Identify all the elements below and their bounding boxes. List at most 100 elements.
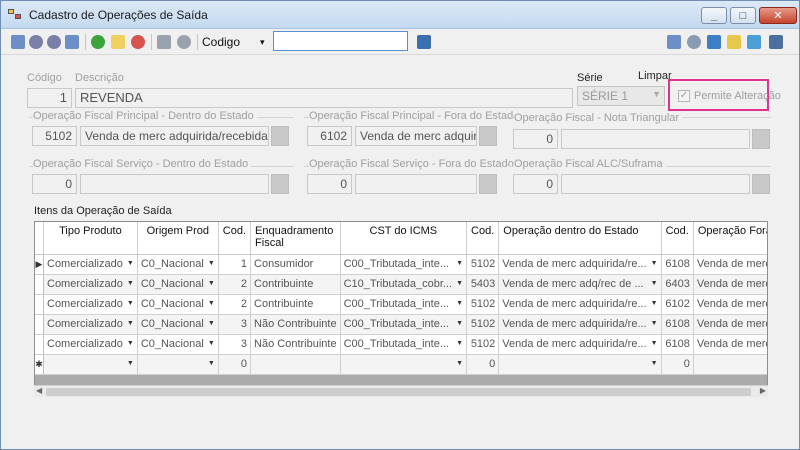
grid-cell[interactable]: 5102 (466, 294, 500, 315)
exit-icon[interactable] (769, 35, 783, 49)
grid-cell[interactable]: 0 (466, 354, 500, 375)
grid-cell[interactable]: 0 (661, 354, 694, 375)
transfer-icon[interactable] (747, 35, 761, 49)
op-principal-dentro-code[interactable]: 5102 (32, 126, 77, 146)
next-record-icon[interactable] (47, 35, 61, 49)
grid-cell[interactable]: 6102 (661, 294, 694, 315)
grid-cell[interactable]: Venda de merc adquirida/re... (693, 294, 767, 315)
grid-cell-dropdown[interactable]: Comercializado ▼ (43, 334, 138, 355)
grid-cell-dropdown[interactable]: Comercializado ▼ (43, 294, 138, 315)
grid-cell[interactable]: Venda de merc adq/rec de ... (693, 274, 767, 295)
grid-cell-dropdown[interactable]: C00_Tributada_inte... ▼ (340, 334, 468, 355)
row-header[interactable] (35, 274, 44, 295)
op-servico-fora-desc[interactable] (355, 174, 477, 194)
print-icon[interactable] (707, 35, 721, 49)
grid-cell[interactable]: Não Contribuinte (250, 314, 341, 335)
grid-cell[interactable] (693, 354, 767, 375)
table-row[interactable]: Comercializado ▼ C0_Nacional ▼ 3 Não Contr… (35, 334, 767, 355)
grid-cell-dropdown[interactable]: ▼ (498, 354, 662, 375)
grid-cell-dropdown[interactable]: C0_Nacional ▼ (137, 294, 219, 315)
op-principal-fora-search-button[interactable] (479, 126, 497, 146)
grid-cell-dropdown[interactable]: C0_Nacional ▼ (137, 274, 219, 295)
grid-cell[interactable]: 5102 (466, 314, 500, 335)
grid-cell[interactable]: Consumidor (250, 254, 341, 275)
grid-cell[interactable]: 5102 (466, 334, 500, 355)
new-row-marker[interactable]: ✱ (35, 354, 44, 375)
table-row[interactable]: Comercializado ▼ C0_Nacional ▼ 3 Não Contr… (35, 314, 767, 335)
column-header[interactable]: Tipo Produto (43, 222, 138, 255)
add-icon[interactable] (91, 35, 105, 49)
grid-cell-dropdown[interactable]: ▼ (43, 354, 138, 375)
column-header[interactable]: Cod. (466, 222, 500, 255)
op-servico-dentro-desc[interactable] (80, 174, 269, 194)
go-icon[interactable] (417, 35, 431, 49)
op-servico-fora-search-button[interactable] (479, 174, 497, 194)
table-row[interactable]: Comercializado ▼ C0_Nacional ▼ 2 Contribui… (35, 274, 767, 295)
items-grid[interactable]: Tipo Produto Origem Prod Cod. Enquadrame… (34, 221, 768, 397)
op-servico-dentro-code[interactable]: 0 (32, 174, 77, 194)
grid-cell-dropdown[interactable]: Comercializado ▼ (43, 314, 138, 335)
grid-cell[interactable]: 3 (218, 314, 252, 335)
scroll-left-icon[interactable]: ◀ (36, 386, 42, 395)
report-icon[interactable] (667, 35, 681, 49)
grid-cell[interactable]: Venda de merc adquirida/re... (693, 334, 767, 355)
new-row[interactable]: ✱ ▼ ▼ 0 ▼ 0 ▼ 0 (35, 354, 767, 375)
save-icon[interactable] (157, 35, 171, 49)
column-header[interactable]: Operação dentro do Estado (498, 222, 662, 255)
limpar-link[interactable]: Limpar (638, 70, 672, 82)
chevron-down-icon[interactable]: ▾ (260, 37, 265, 48)
grid-cell-dropdown[interactable]: Comercializado ▼ (43, 274, 138, 295)
grid-cell-dropdown[interactable]: Venda de merc adquirida/re... ▼ (498, 254, 662, 275)
settings-icon[interactable] (687, 35, 701, 49)
note-icon[interactable] (727, 35, 741, 49)
grid-cell[interactable]: Venda de merc adquirida/re... (693, 254, 767, 275)
scrollbar-thumb[interactable] (46, 388, 751, 396)
op-principal-dentro-desc[interactable]: Venda de merc adquirida/recebida (80, 126, 269, 146)
grid-cell[interactable]: 6108 (661, 334, 694, 355)
edit-icon[interactable] (111, 35, 125, 49)
grid-cell[interactable]: 6108 (661, 254, 694, 275)
grid-cell-dropdown[interactable]: Venda de merc adquirida/re... ▼ (498, 334, 662, 355)
grid-cell-dropdown[interactable]: ▼ (340, 354, 468, 375)
grid-cell-dropdown[interactable]: Venda de merc adq/rec de ... ▼ (498, 274, 662, 295)
op-servico-fora-code[interactable]: 0 (307, 174, 352, 194)
grid-cell-dropdown[interactable]: ▼ (137, 354, 219, 375)
grid-cell-dropdown[interactable]: Comercializado ▼ (43, 254, 138, 275)
last-record-icon[interactable] (65, 35, 79, 49)
table-row[interactable]: Comercializado ▼ C0_Nacional ▼ 2 Contribui… (35, 294, 767, 315)
search-input[interactable] (273, 31, 408, 51)
column-header[interactable]: CST do ICMS (340, 222, 468, 255)
serie-select[interactable]: SÉRIE 1 ▼ (577, 86, 665, 106)
grid-cell[interactable]: 5403 (466, 274, 500, 295)
grid-cell[interactable]: Não Contribuinte (250, 334, 341, 355)
permite-alteracao-checkbox[interactable]: ✓ (678, 90, 690, 102)
first-record-icon[interactable] (11, 35, 25, 49)
grid-cell[interactable]: 6403 (661, 274, 694, 295)
grid-cell-dropdown[interactable]: C00_Tributada_inte... ▼ (340, 294, 468, 315)
scroll-right-icon[interactable]: ▶ (760, 386, 766, 395)
op-nota-triangular-search-button[interactable] (752, 129, 770, 149)
row-header[interactable] (35, 294, 44, 315)
grid-cell[interactable]: 2 (218, 274, 252, 295)
descricao-field[interactable]: REVENDA (75, 88, 573, 108)
search-mode-label[interactable]: Codigo (202, 35, 240, 49)
undo-icon[interactable] (177, 35, 191, 49)
op-principal-dentro-search-button[interactable] (271, 126, 289, 146)
maximize-button[interactable]: □ (730, 7, 756, 24)
grid-cell-dropdown[interactable]: Venda de merc adquirida/re... ▼ (498, 314, 662, 335)
op-alc-suframa-code[interactable]: 0 (513, 174, 558, 194)
grid-cell[interactable]: Venda de merc adquirida/re... (693, 314, 767, 335)
close-button[interactable]: ✕ (759, 7, 797, 24)
grid-cell[interactable]: 0 (218, 354, 252, 375)
op-nota-triangular-code[interactable]: 0 (513, 129, 558, 149)
grid-cell-dropdown[interactable]: C00_Tributada_inte... ▼ (340, 254, 468, 275)
cancel-icon[interactable] (131, 35, 145, 49)
column-header[interactable]: Origem Prod (137, 222, 219, 255)
op-principal-fora-code[interactable]: 6102 (307, 126, 352, 146)
grid-cell-dropdown[interactable]: C0_Nacional ▼ (137, 254, 219, 275)
row-header[interactable] (35, 334, 44, 355)
op-alc-suframa-desc[interactable] (561, 174, 750, 194)
grid-cell[interactable] (250, 354, 341, 375)
op-servico-dentro-search-button[interactable] (271, 174, 289, 194)
grid-cell[interactable]: Contribuinte (250, 274, 341, 295)
